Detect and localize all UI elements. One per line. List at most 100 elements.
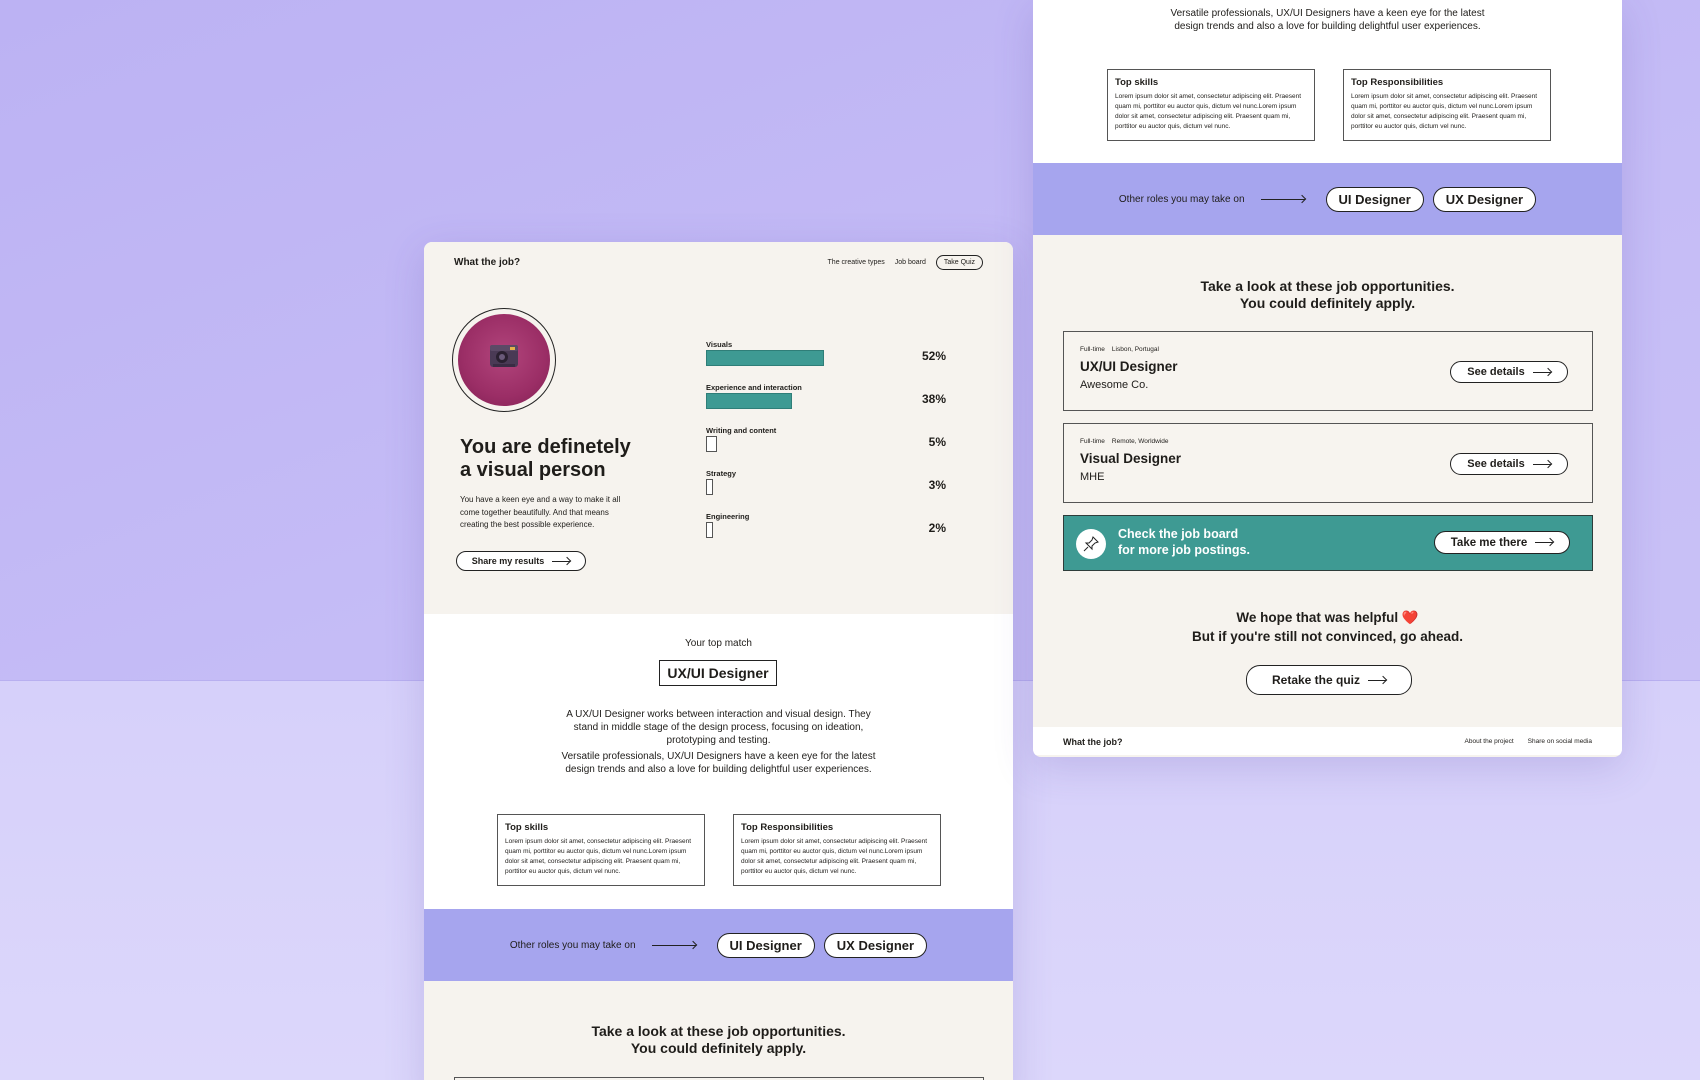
see-details-button[interactable]: See details xyxy=(1450,453,1568,475)
job-meta: Full-time Remote, Worldwide xyxy=(1080,438,1169,445)
take-quiz-button[interactable]: Take Quiz xyxy=(935,254,983,270)
see-details-button[interactable]: See details xyxy=(1450,361,1568,383)
take-me-there-button[interactable]: Take me there xyxy=(1434,531,1570,554)
arrow-right-icon xyxy=(1532,463,1551,465)
job-type: Full-time xyxy=(1080,438,1105,445)
see-details-label: See details xyxy=(1467,458,1525,470)
closing-line-1: We hope that was helpful ❤️ xyxy=(1236,610,1419,625)
stat-bar xyxy=(706,479,713,495)
stat-percent: 38% xyxy=(921,392,946,406)
cta-text: Check the job board for more job posting… xyxy=(1118,526,1250,558)
jobs-section: Take a look at these job opportunities. … xyxy=(424,981,1013,1080)
footer-links: About the project Share on social media xyxy=(1465,738,1592,745)
stat-label: Visuals xyxy=(706,340,733,349)
jobs-section: Take a look at these job opportunities. … xyxy=(1033,235,1622,727)
arrow-right-icon xyxy=(1535,542,1554,543)
top-skills-card: Top skills Lorem ipsum dolor sit amet, c… xyxy=(497,814,705,886)
cta-line-1: Check the job board xyxy=(1118,527,1239,541)
stat-writing-content: Writing and content 5% xyxy=(706,426,946,458)
arrow-right-icon xyxy=(1532,371,1551,373)
role-description-2: Versatile professionals, UX/UI Designers… xyxy=(561,751,876,775)
job-location: Remote, Worldwide xyxy=(1111,438,1169,445)
top-responsibilities-card: Top Responsibilities Lorem ipsum dolor s… xyxy=(733,814,941,886)
top-match-section-continued: Versatile professionals, UX/UI Designers… xyxy=(1033,0,1622,163)
headline-line-1: You are definetely xyxy=(460,436,631,458)
top-responsibilities-title: Top Responsibilities xyxy=(741,822,834,833)
footer: What the job? About the project Share on… xyxy=(1033,727,1622,755)
share-results-label: Share my results xyxy=(471,556,545,566)
job-title: UX/UI Designer xyxy=(1080,359,1178,374)
footer-link-share[interactable]: Share on social media xyxy=(1528,738,1592,745)
stat-visuals: Visuals 52% xyxy=(706,340,946,372)
retake-quiz-button[interactable]: Retake the quiz xyxy=(1246,665,1412,695)
result-headline: You are definetely a visual person xyxy=(460,436,660,482)
stat-percent: 5% xyxy=(928,435,946,449)
stat-engineering: Engineering 2% xyxy=(706,512,946,544)
top-navigation: What the job? The creative types Job boa… xyxy=(454,254,983,270)
job-title: Visual Designer xyxy=(1080,451,1182,466)
jobs-heading-line-1: Take a look at these job opportunities. xyxy=(591,1023,846,1039)
top-match-section: Your top match UX/UI Designer A UX/UI De… xyxy=(424,614,1013,909)
job-company: MHE xyxy=(1080,471,1105,483)
arrow-right-icon xyxy=(1260,198,1305,200)
footer-brand[interactable]: What the job? xyxy=(1063,737,1123,747)
stat-bar xyxy=(706,393,792,409)
role-pill-ux-designer[interactable]: UX Designer xyxy=(1432,186,1537,212)
job-card: Full-time Remote, Worldwide Visual Design… xyxy=(1063,423,1593,503)
top-match-label: Your top match xyxy=(685,638,752,649)
role-description-1: A UX/UI Designer works between interacti… xyxy=(566,709,871,746)
pushpin-glyph xyxy=(1083,536,1099,552)
job-type: Full-time xyxy=(1080,346,1105,353)
avatar xyxy=(452,308,556,412)
stat-percent: 3% xyxy=(928,478,946,492)
closing-line-2: But if you're still not convinced, go ah… xyxy=(1192,629,1463,644)
headline-line-2: a visual person xyxy=(460,459,606,481)
top-match-role: UX/UI Designer xyxy=(659,660,777,686)
stat-label: Strategy xyxy=(706,469,737,478)
avatar-image xyxy=(458,314,550,406)
top-responsibilities-card: Top Responsibilities Lorem ipsum dolor s… xyxy=(1343,69,1551,141)
stat-label: Engineering xyxy=(706,512,750,521)
role-pill-ui-designer[interactable]: UI Designer xyxy=(716,932,815,958)
stat-label: Experience and interaction xyxy=(706,383,802,392)
share-results-button[interactable]: Share my results xyxy=(456,551,586,571)
instant-camera-icon xyxy=(490,345,518,367)
top-skills-title: Top skills xyxy=(1115,77,1159,88)
other-roles-section: Other roles you may take on UI Designer … xyxy=(1033,163,1622,235)
top-responsibilities-text: Lorem ipsum dolor sit amet, consectetur … xyxy=(741,838,928,875)
arrow-right-icon xyxy=(552,560,571,562)
other-roles-label: Other roles you may take on xyxy=(509,939,636,951)
job-company: Awesome Co. xyxy=(1080,379,1149,391)
retake-wrapper: Retake the quiz xyxy=(1033,665,1622,695)
job-card: Full-time Lisbon, Portugal UX/UI Designer… xyxy=(1063,331,1593,411)
top-skills-card: Top skills Lorem ipsum dolor sit amet, c… xyxy=(1107,69,1315,141)
jobs-heading-line-1: Take a look at these job opportunities. xyxy=(1200,278,1455,294)
top-responsibilities-text: Lorem ipsum dolor sit amet, consectetur … xyxy=(1351,93,1538,130)
results-hero: What the job? The creative types Job boa… xyxy=(424,242,1013,614)
stat-bar xyxy=(706,436,717,452)
results-page-mockup-left: What the job? The creative types Job boa… xyxy=(424,242,1013,1080)
role-pill-ux-designer[interactable]: UX Designer xyxy=(823,932,928,958)
top-skills-title: Top skills xyxy=(505,822,549,833)
top-skills-text: Lorem ipsum dolor sit amet, consectetur … xyxy=(505,838,692,875)
other-roles-section: Other roles you may take on UI Designer … xyxy=(424,909,1013,981)
role-description-2: Versatile professionals, UX/UI Designers… xyxy=(1170,8,1485,32)
role-pill-ui-designer[interactable]: UI Designer xyxy=(1325,186,1424,212)
closing-message: We hope that was helpful ❤️ But if you'r… xyxy=(1033,608,1622,646)
stat-experience-interaction: Experience and interaction 38% xyxy=(706,383,946,415)
jobs-heading: Take a look at these job opportunities. … xyxy=(1033,278,1622,312)
top-skills-text: Lorem ipsum dolor sit amet, consectetur … xyxy=(1115,93,1302,130)
results-page-mockup-right: Versatile professionals, UX/UI Designers… xyxy=(1033,0,1622,757)
take-me-there-label: Take me there xyxy=(1450,536,1528,549)
nav-link-job-board[interactable]: Job board xyxy=(895,259,926,266)
stat-bar xyxy=(706,350,824,366)
nav-link-creative-types[interactable]: The creative types xyxy=(828,259,885,266)
footer-link-about[interactable]: About the project xyxy=(1465,738,1514,745)
stat-bar xyxy=(706,522,713,538)
stat-percent: 52% xyxy=(921,349,946,363)
brand-logo[interactable]: What the job? xyxy=(454,257,520,268)
arrow-right-icon xyxy=(1368,679,1387,681)
jobs-heading-line-2: You could definitely apply. xyxy=(1239,295,1416,311)
cta-line-2: for more job postings. xyxy=(1118,543,1250,557)
nav-links: The creative types Job board Take Quiz xyxy=(828,254,983,270)
